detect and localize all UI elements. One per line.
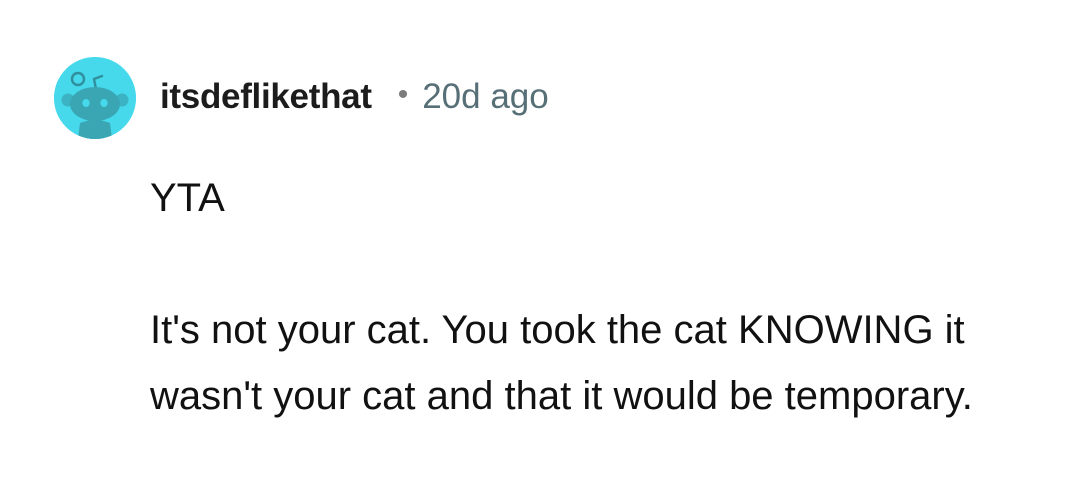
reddit-snoo-avatar-icon [54,57,136,139]
avatar[interactable] [54,57,136,139]
separator-dot: • [397,78,409,111]
comment-meta: itsdeflikethat • 20d ago [160,70,549,124]
comment-paragraph-verdict: YTA [150,176,225,220]
username-link[interactable]: itsdeflikethat [160,77,372,117]
comment-paragraph: It's not your cat. You took the cat KNOW… [150,308,973,418]
comment: itsdeflikethat • 20d ago YTA It's not yo… [0,0,1080,500]
timestamp: 20d ago [422,77,549,116]
comment-body: YTA It's not your cat. You took the cat … [150,165,1030,429]
